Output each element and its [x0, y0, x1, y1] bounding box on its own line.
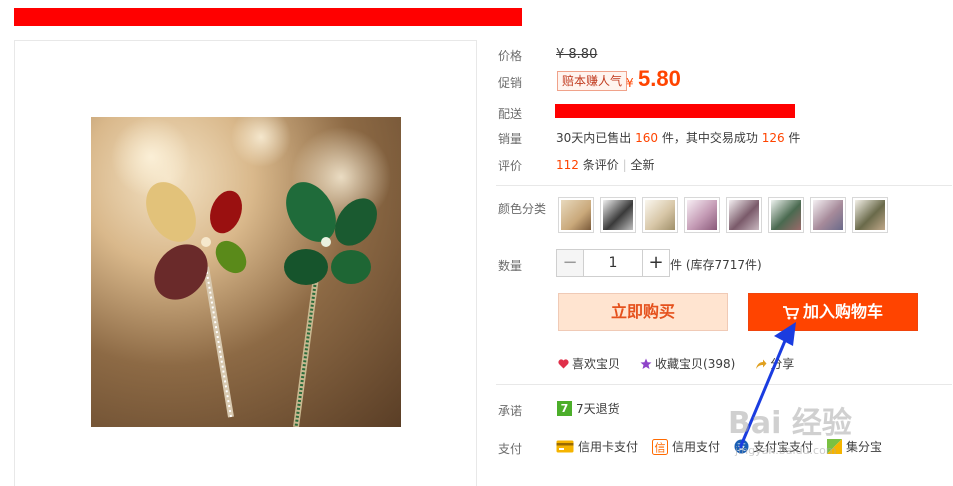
- product-info-panel: 价格 ¥ 8.80 促销 赔本赚人气 ¥ 5.80 配送 销量 30天内已售出 …: [490, 0, 953, 486]
- cart-icon: [782, 305, 799, 319]
- add-to-cart-button[interactable]: 加入购物车: [748, 293, 918, 331]
- color-swatch[interactable]: [852, 197, 888, 233]
- quantity-input[interactable]: 1: [584, 249, 642, 277]
- divider: [496, 185, 952, 186]
- promo-label: 促销: [498, 76, 523, 90]
- promo-currency: ¥: [626, 76, 634, 90]
- share-icon: [756, 359, 767, 369]
- add-to-cart-label: 加入购物车: [802, 302, 883, 321]
- quantity-label: 数量: [498, 259, 523, 273]
- credit-card-icon: [556, 440, 574, 453]
- star-icon: [640, 358, 652, 369]
- swatch-thumbnail: [771, 200, 801, 230]
- color-label: 颜色分类: [498, 202, 547, 216]
- color-swatch[interactable]: [810, 197, 846, 233]
- color-swatch-list: [558, 197, 888, 233]
- heart-icon: [558, 358, 569, 368]
- color-swatch[interactable]: [726, 197, 762, 233]
- color-swatch[interactable]: [642, 197, 678, 233]
- favorite-item[interactable]: 收藏宝贝(398): [640, 355, 735, 372]
- quantity-increment-button[interactable]: +: [642, 249, 670, 277]
- condition-link[interactable]: 全新: [630, 158, 654, 172]
- color-swatch[interactable]: [558, 197, 594, 233]
- stock-info: 件 (库存7717件): [670, 258, 762, 272]
- product-gallery: [14, 40, 477, 486]
- payment-credit-card[interactable]: 信用卡支付: [556, 438, 638, 455]
- promise-7day-return[interactable]: 7 7天退货: [557, 400, 620, 417]
- price-label: 价格: [498, 49, 523, 63]
- redacted-shipping-info: [555, 104, 795, 118]
- social-actions: 喜欢宝贝 收藏宝贝(398) 分享: [558, 355, 794, 372]
- promo-tag: 赔本赚人气: [557, 71, 628, 91]
- color-swatch[interactable]: [684, 197, 720, 233]
- payment-credit-pay[interactable]: 信 信用支付: [652, 438, 720, 455]
- swatch-thumbnail: [603, 200, 633, 230]
- swatch-thumbnail: [813, 200, 843, 230]
- credit-pay-icon: 信: [652, 438, 669, 455]
- shipping-label: 配送: [498, 107, 523, 121]
- original-price: ¥ 8.80: [556, 47, 598, 62]
- like-item[interactable]: 喜欢宝贝: [558, 355, 620, 372]
- color-swatch[interactable]: [600, 197, 636, 233]
- quantity-stepper: − 1 +: [556, 249, 670, 277]
- watermark-url: jingyan.baidu.com: [735, 444, 837, 457]
- watermark: Bai 经验: [728, 406, 852, 441]
- buy-now-button[interactable]: 立即购买: [558, 293, 728, 331]
- promo-price: 5.80: [638, 66, 681, 91]
- divider: [496, 384, 952, 385]
- swatch-thumbnail: [729, 200, 759, 230]
- color-swatch[interactable]: [768, 197, 804, 233]
- sales-summary: 30天内已售出 160 件，其中交易成功 126 件: [556, 131, 801, 145]
- swatch-thumbnail: [561, 200, 591, 230]
- review-count[interactable]: 112: [556, 158, 579, 172]
- share-item[interactable]: 分享: [755, 355, 794, 372]
- svg-text:信: 信: [655, 441, 666, 454]
- product-photo[interactable]: [91, 117, 401, 427]
- promise-label: 承诺: [498, 404, 523, 418]
- redacted-title-bar: [14, 8, 522, 26]
- hairpin-illustration: [111, 117, 391, 427]
- quantity-decrement-button[interactable]: −: [556, 249, 584, 277]
- reviews-label: 评价: [498, 159, 523, 173]
- sales-label: 销量: [498, 132, 523, 146]
- seven-day-badge-icon: 7: [557, 401, 572, 416]
- swatch-thumbnail: [687, 200, 717, 230]
- payment-label: 支付: [498, 442, 523, 456]
- reviews-summary: 112 条评价 | 全新: [556, 158, 655, 172]
- swatch-thumbnail: [855, 200, 885, 230]
- swatch-thumbnail: [645, 200, 675, 230]
